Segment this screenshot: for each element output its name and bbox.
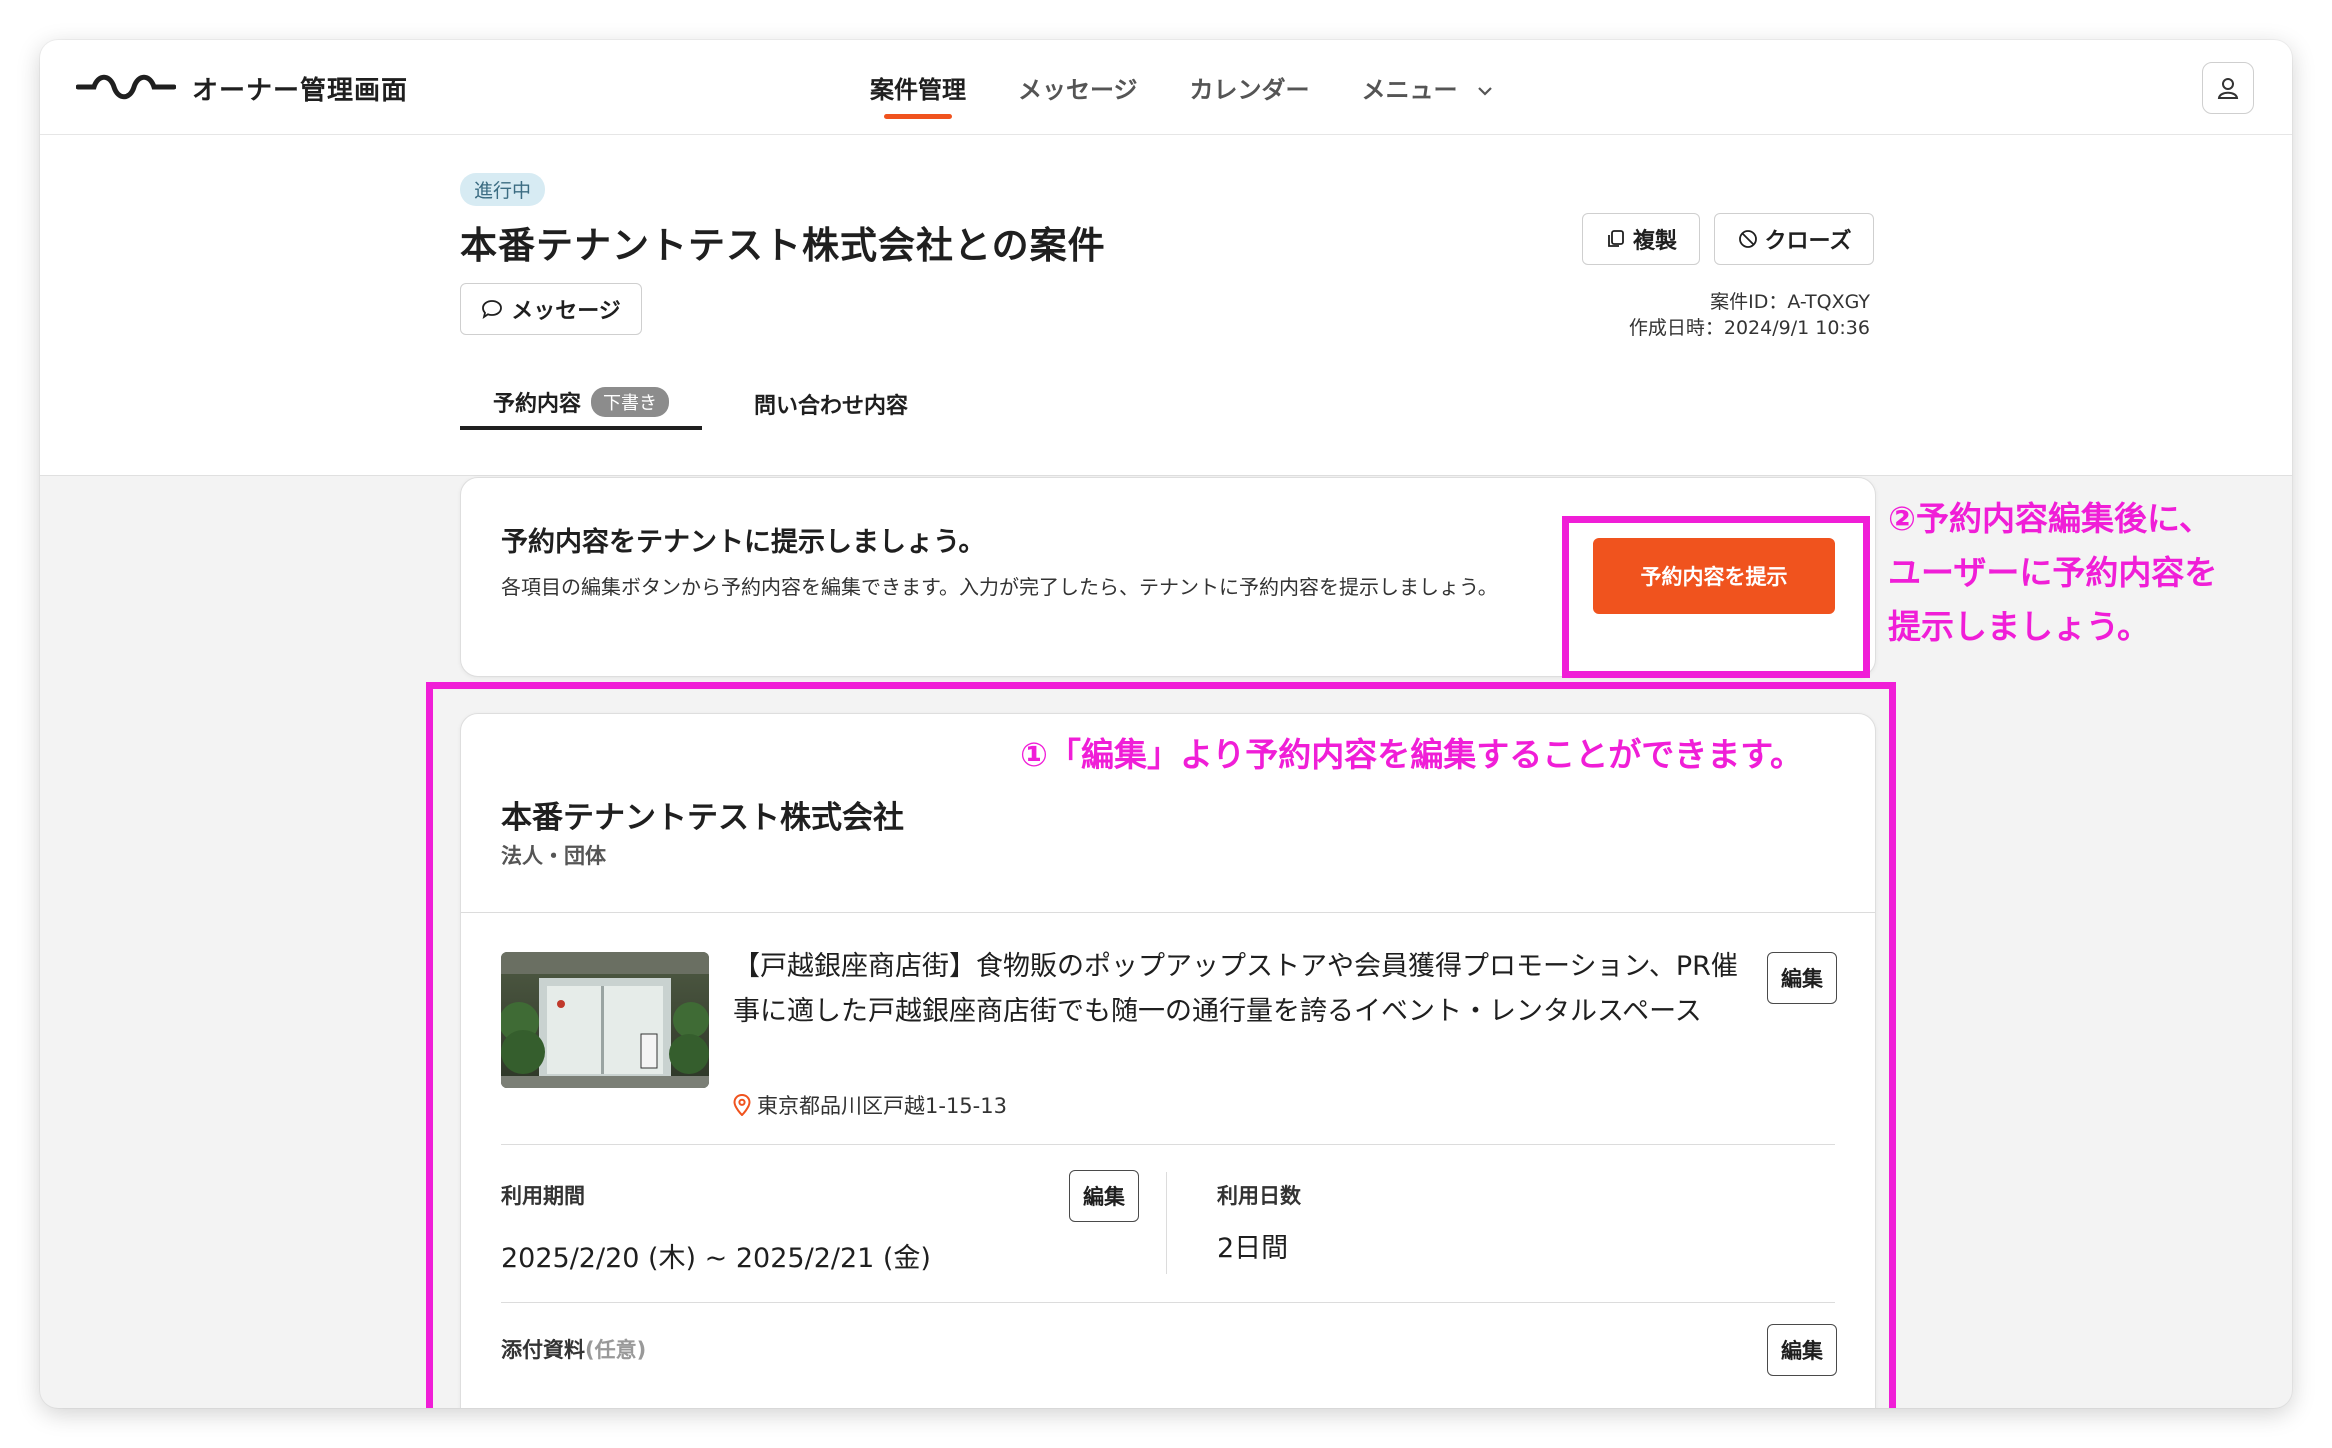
user-icon xyxy=(2217,78,2239,99)
page-title: 本番テナントテスト株式会社との案件 xyxy=(460,224,1106,267)
storefront-photo-icon xyxy=(501,952,709,1088)
annotation-edit-note: ①「編集」より予約内容を編集することができます。 xyxy=(1020,735,1803,774)
annotation-present-note-line3: 提示しましょう。 xyxy=(1888,607,2151,646)
present-card-title: 予約内容をテナントに提示しましょう。 xyxy=(501,527,986,558)
present-card-description: 各項目の編集ボタンから予約内容を編集できます。入力が完了したら、テナントに予約内… xyxy=(501,575,1498,599)
created-at: 作成日時：2024/9/1 10:36 xyxy=(1628,317,1870,339)
case-id: 案件ID：A-TQXGY xyxy=(1710,291,1870,313)
nav-item-messages[interactable]: メッセージ xyxy=(1018,70,1138,130)
message-button[interactable]: メッセージ xyxy=(460,283,642,335)
nav-item-menu[interactable]: メニュー xyxy=(1362,70,1494,130)
top-nav-bar: オーナー管理画面 案件管理 メッセージ カレンダー メニュー xyxy=(40,40,2292,135)
message-button-label: メッセージ xyxy=(511,299,621,324)
space-title[interactable]: 【戸越銀座商店街】食物販のポップアップストアや会員獲得プロモーション、PR催事に… xyxy=(733,944,1753,1034)
duplicate-button[interactable]: 複製 xyxy=(1582,213,1700,265)
edit-attachments-button[interactable]: 編集 xyxy=(1767,1324,1837,1376)
attachments-label: 添付資料(任意) xyxy=(501,1334,646,1364)
column-divider xyxy=(1166,1172,1167,1274)
user-account-button[interactable] xyxy=(2202,62,2254,114)
case-header: 進行中 本番テナントテスト株式会社との案件 メッセージ 複製 クローズ 案件ID… xyxy=(40,135,2292,476)
app-title: オーナー管理画面 xyxy=(192,76,409,106)
divider xyxy=(501,1302,1835,1303)
annotation-present-note-line1: ②予約内容編集後に、 xyxy=(1888,499,2212,538)
edit-space-button[interactable]: 編集 xyxy=(1767,952,1837,1004)
space-address: 東京都品川区戸越1-15-13 xyxy=(733,1090,1007,1120)
main-nav: 案件管理 メッセージ カレンダー メニュー xyxy=(870,70,1494,130)
tab-reservation-label: 予約内容 xyxy=(492,392,581,417)
tenant-type: 法人・団体 xyxy=(501,844,606,868)
present-reservation-button[interactable]: 予約内容を提示 xyxy=(1593,538,1835,614)
chevron-down-icon xyxy=(1478,87,1492,96)
present-reservation-card: 予約内容をテナントに提示しましょう。 各項目の編集ボタンから予約内容を編集できま… xyxy=(460,477,1876,677)
period-value: 2025/2/20 (木) ~ 2025/2/21 (金) xyxy=(501,1243,931,1274)
close-case-button-label: クローズ xyxy=(1764,229,1852,254)
status-badge: 進行中 xyxy=(460,173,546,206)
close-case-button[interactable]: クローズ xyxy=(1714,213,1874,265)
speech-bubble-icon xyxy=(482,300,503,320)
tab-bar: 予約内容 下書き 問い合わせ内容 xyxy=(460,378,908,430)
nav-item-calendar[interactable]: カレンダー xyxy=(1190,70,1310,130)
period-label: 利用期間 xyxy=(501,1184,585,1208)
tenant-name: 本番テナントテスト株式会社 xyxy=(501,800,904,836)
prohibited-icon xyxy=(1738,230,1757,248)
tab-reservation[interactable]: 予約内容 下書き xyxy=(460,378,702,430)
copy-icon xyxy=(1608,230,1624,247)
attachments-value: なし xyxy=(501,1402,543,1408)
space-thumbnail xyxy=(501,952,709,1088)
divider xyxy=(461,912,1875,913)
nav-item-cases[interactable]: 案件管理 xyxy=(870,70,966,130)
nav-item-menu-label: メニュー xyxy=(1361,76,1458,104)
divider xyxy=(501,1144,1835,1145)
days-label: 利用日数 xyxy=(1217,1184,1301,1208)
map-pin-icon xyxy=(733,1094,751,1116)
days-value: 2日間 xyxy=(1217,1233,1289,1264)
space-address-text: 東京都品川区戸越1-15-13 xyxy=(757,1094,1007,1118)
owner-logo-icon[interactable] xyxy=(76,70,176,104)
edit-period-button[interactable]: 編集 xyxy=(1069,1170,1139,1222)
reservation-detail-card: 本番テナントテスト株式会社 法人・団体 【戸越銀座商店街】食物販のポップアップス… xyxy=(460,713,1876,1408)
optional-tag: (任意) xyxy=(585,1338,647,1362)
app-window: オーナー管理画面 案件管理 メッセージ カレンダー メニュー 進行中 本番テナン… xyxy=(40,40,2292,1408)
annotation-present-note-line2: ユーザーに予約内容を xyxy=(1888,553,2218,592)
tab-inquiry[interactable]: 問い合わせ内容 xyxy=(754,378,908,430)
attachments-label-text: 添付資料 xyxy=(501,1338,585,1362)
draft-badge: 下書き xyxy=(591,387,669,417)
duplicate-button-label: 複製 xyxy=(1632,229,1677,254)
